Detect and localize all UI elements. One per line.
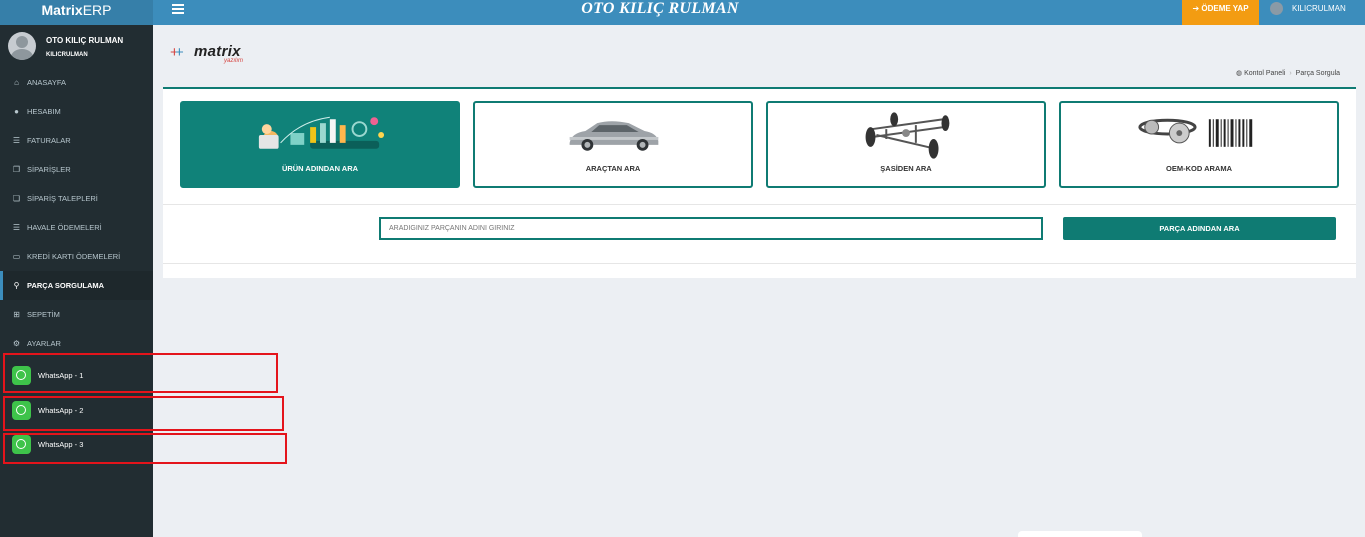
sidebar-item-faturalar[interactable]: ☰ FATURALAR	[0, 126, 153, 155]
matrix-logo: + + matrix yazılım	[170, 43, 260, 67]
brand-light: ERP	[82, 2, 112, 18]
tab-sasiden-ara[interactable]: ŞASİDEN ARA	[766, 101, 1046, 188]
top-navbar: MatrixERP OTO KILIÇ RULMAN ➔ ÖDEME YAP K…	[0, 0, 1365, 25]
product-search-illustration	[258, 116, 385, 149]
brand-bold: Matrix	[41, 2, 83, 18]
list-icon: ☰	[12, 136, 21, 145]
logo-sub: yazılım	[224, 58, 244, 64]
basket-icon: ⊞	[13, 310, 20, 319]
dashboard-icon: ◍	[1236, 70, 1243, 77]
breadcrumb: ◍ Kontol Paneli › Parça Sorgula	[1236, 69, 1340, 77]
highlight-box-whatsapp-1	[3, 353, 278, 393]
sidebar-item-hesabim[interactable]: ● HESABIM	[0, 97, 153, 126]
avatar	[8, 32, 36, 60]
oem-barcode-icon	[1138, 118, 1253, 147]
sidebar-item-siparis-talepleri[interactable]: ❏ SİPARİŞ TALEPLERİ	[0, 184, 153, 213]
card-label: ARAÇTAN ARA	[585, 164, 641, 173]
tab-urun-adindan-ara[interactable]: ÜRÜN ADINDAN ARA	[180, 101, 460, 188]
user-circle-icon: ●	[14, 107, 19, 116]
user-menu[interactable]: KILICRULMAN	[1262, 0, 1365, 25]
sidebar-item-sepetim[interactable]: ⊞ SEPETİM	[0, 300, 153, 329]
sidebar-item-kredi-karti-odemeleri[interactable]: ▭ KREDİ KARTI ÖDEMELERİ	[0, 242, 153, 271]
user-panel-subname: KILICRULMAN	[46, 52, 88, 58]
sidebar-item-parca-sorgulama[interactable]: ⚲ PARÇA SORGULAMA	[0, 271, 153, 300]
files-icon: ❏	[12, 194, 21, 203]
highlight-box-whatsapp-3	[3, 433, 287, 464]
chassis-icon	[865, 112, 950, 159]
search-panel: ÜRÜN ADINDAN ARA ARAÇTAN ARA ŞASİDEN ARA	[163, 87, 1356, 278]
cogs-icon: ⚙	[12, 339, 21, 348]
breadcrumb-home[interactable]: Kontol Paneli	[1244, 70, 1285, 77]
user-menu-name: KILICRULMAN	[1292, 4, 1346, 13]
company-title: OTO KILIÇ RULMAN	[581, 0, 739, 17]
card-label: OEM-KOD ARAMA	[1166, 164, 1232, 173]
logo-mark-icon: +	[175, 44, 184, 61]
sidebar-item-havale-odemeleri[interactable]: ☰ HAVALE ÖDEMELERİ	[0, 213, 153, 242]
menu-toggle-icon[interactable]	[172, 2, 184, 16]
divider	[163, 204, 1356, 205]
car-icon	[569, 121, 659, 151]
sidebar-item-label: SİPARİŞLER	[27, 165, 71, 174]
search-icon: ⚲	[13, 281, 20, 290]
part-name-search-input[interactable]	[379, 217, 1043, 240]
highlight-box-whatsapp-2	[3, 396, 284, 431]
sidebar-item-label: PARÇA SORGULAMA	[27, 281, 105, 290]
sidebar-item-label: AYARLAR	[27, 339, 61, 348]
list-icon: ☰	[12, 223, 21, 232]
sidebar-item-label: HESABIM	[27, 107, 61, 116]
card-label: ŞASİDEN ARA	[880, 164, 932, 173]
sidebar-item-label: SEPETİM	[27, 310, 60, 319]
tab-aractan-ara[interactable]: ARAÇTAN ARA	[473, 101, 753, 188]
user-panel-name: OTO KILIÇ RULMAN	[46, 36, 124, 45]
brand-logo[interactable]: MatrixERP	[0, 0, 153, 25]
tab-oem-kod-arama[interactable]: OEM-KOD ARAMA	[1059, 101, 1339, 188]
user-panel: OTO KILIÇ RULMAN KILICRULMAN	[0, 25, 153, 67]
sidebar-item-label: HAVALE ÖDEMELERİ	[27, 223, 102, 232]
copy-icon: ❐	[12, 165, 21, 174]
sidebar-item-label: SİPARİŞ TALEPLERİ	[27, 194, 98, 203]
credit-card-icon: ▭	[12, 252, 21, 261]
pay-button[interactable]: ➔ ÖDEME YAP	[1182, 0, 1259, 25]
search-by-part-name-button[interactable]: PARÇA ADINDAN ARA	[1063, 217, 1336, 240]
sidebar-item-label: ANASAYFA	[27, 78, 67, 87]
home-icon: ⌂	[14, 78, 19, 87]
avatar-icon	[1270, 2, 1283, 15]
sidebar-item-label: FATURALAR	[27, 136, 71, 145]
sidebar-item-anasayfa[interactable]: ⌂ ANASAYFA	[0, 68, 153, 97]
card-label: ÜRÜN ADINDAN ARA	[281, 164, 359, 173]
sidebar-item-siparisler[interactable]: ❐ SİPARİŞLER	[0, 155, 153, 184]
bottom-widget	[1018, 531, 1142, 537]
breadcrumb-separator: ›	[1289, 70, 1292, 77]
sidebar-item-label: KREDİ KARTI ÖDEMELERİ	[27, 252, 121, 261]
breadcrumb-current: Parça Sorgula	[1295, 70, 1341, 77]
divider	[163, 263, 1356, 264]
